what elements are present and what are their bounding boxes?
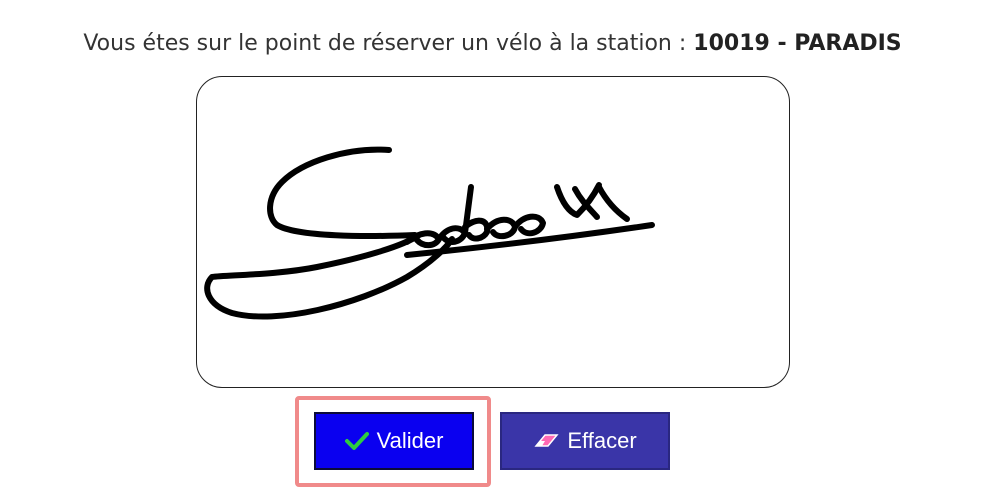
validate-button[interactable]: Valider	[314, 412, 474, 470]
validate-button-label: Valider	[376, 428, 444, 453]
reservation-intro-text: Vous étes sur le point de réserver un vé…	[83, 31, 687, 56]
signature-drawing	[204, 146, 655, 320]
station-name: 10019 - PARADIS	[693, 31, 902, 56]
checkmark-icon	[344, 431, 369, 451]
clear-button[interactable]: Effacer	[500, 412, 670, 470]
eraser-icon	[533, 432, 559, 450]
clear-button-label: Effacer	[567, 428, 637, 453]
reservation-message: Vous étes sur le point de réserver un vé…	[0, 30, 985, 58]
reservation-page: Vous étes sur le point de réserver un vé…	[0, 0, 1000, 500]
signature-pad[interactable]	[196, 76, 790, 388]
